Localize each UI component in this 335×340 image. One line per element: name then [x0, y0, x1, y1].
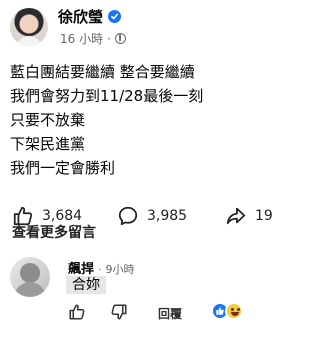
thumbs-down-icon[interactable] [110, 303, 128, 321]
share-arrow-icon [226, 207, 246, 225]
speech-bubble-icon [118, 206, 138, 226]
verified-badge-icon [108, 10, 122, 23]
post-header: 徐欣瑩 [58, 6, 122, 27]
post-time[interactable]: 16 小時 [60, 30, 103, 47]
post-line: 我們會努力到11/28最後一刻 [10, 87, 204, 105]
haha-reaction-icon [225, 302, 243, 320]
separator-dot: · [107, 31, 111, 46]
commenter-avatar[interactable] [10, 257, 50, 297]
share-count: 19 [255, 208, 273, 224]
author-avatar[interactable] [10, 8, 48, 46]
comment-time[interactable]: 9小時 [106, 261, 135, 277]
reply-button[interactable]: 回覆 [158, 305, 182, 322]
comment-header: 飆捍 · 9小時 [68, 258, 135, 277]
comment-reactions[interactable] [211, 302, 251, 322]
post-line: 我們一定會勝利 [10, 159, 116, 177]
post-meta: 16 小時 · [60, 30, 126, 47]
comment-text: 合妳 [66, 276, 106, 294]
comment-button[interactable]: 3,985 [117, 205, 187, 227]
post-line: 藍白團結要繼續 整合要繼續 [10, 63, 195, 81]
author-name[interactable]: 徐欣瑩 [58, 6, 103, 27]
comment-count: 3,985 [147, 208, 188, 224]
post-line: 下架民進黨 [10, 135, 86, 153]
share-button[interactable]: 19 [225, 205, 273, 227]
globe-icon [114, 33, 126, 44]
thumbs-up-icon[interactable] [68, 303, 86, 321]
view-more-comments-link[interactable]: 查看更多留言 [12, 222, 96, 242]
post-body: 藍白團結要繼續 整合要繼續 我們會努力到11/28最後一刻 只要不放棄 下架民進… [10, 60, 320, 180]
post-line: 只要不放棄 [10, 111, 86, 129]
comment-time-separator: · [98, 263, 102, 276]
commenter-name[interactable]: 飆捍 [68, 258, 94, 277]
